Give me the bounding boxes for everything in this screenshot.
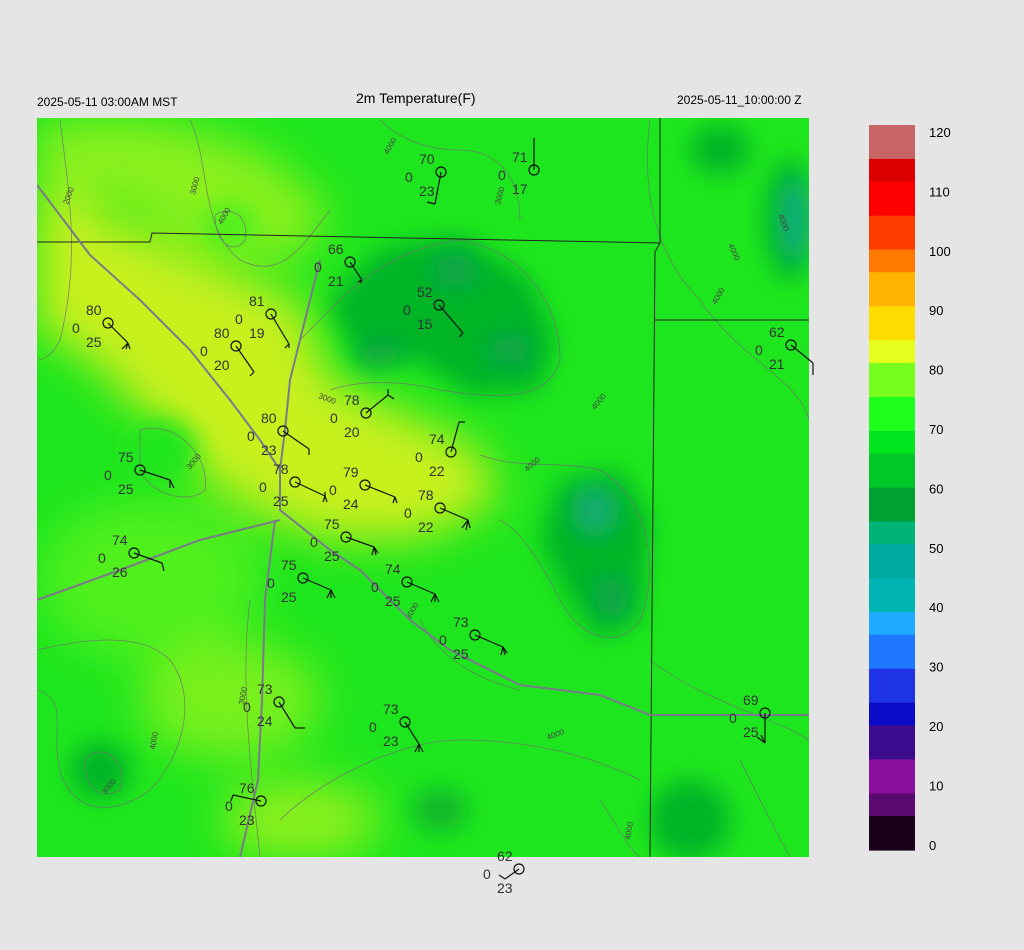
colorbar-scale bbox=[869, 125, 915, 851]
colorbar-strip bbox=[869, 748, 915, 760]
colorbar-tick-label: 80 bbox=[929, 363, 943, 378]
colorbar-strip bbox=[869, 759, 915, 772]
colorbar-strip bbox=[869, 306, 915, 319]
colorbar-tick-label: 110 bbox=[929, 184, 950, 199]
colorbar-strip bbox=[869, 612, 915, 625]
colorbar-strip bbox=[869, 215, 915, 228]
colorbar-tick-label: 50 bbox=[929, 541, 943, 556]
colorbar-strip bbox=[869, 487, 915, 500]
colorbar-strip bbox=[869, 136, 915, 149]
colorbar-strip bbox=[869, 736, 915, 749]
colorbar-strip bbox=[869, 170, 915, 183]
colorbar-strip bbox=[869, 464, 915, 477]
colorbar-strip bbox=[869, 634, 915, 647]
colorbar-strip bbox=[869, 793, 915, 806]
colorbar-strip bbox=[869, 623, 915, 636]
colorbar-strip bbox=[869, 827, 915, 840]
colorbar-tick-label: 10 bbox=[929, 778, 943, 793]
colorbar-strip bbox=[869, 158, 915, 171]
colorbar-strip bbox=[869, 816, 915, 828]
colorbar-strip bbox=[869, 702, 915, 715]
colorbar-strip bbox=[869, 419, 915, 432]
colorbar-strip bbox=[869, 680, 915, 693]
colorbar-strip bbox=[869, 181, 915, 194]
colorbar-strip bbox=[869, 804, 915, 817]
colorbar-strip bbox=[869, 498, 915, 511]
colorbar-strip bbox=[869, 351, 915, 364]
colorbar-tick-label: 0 bbox=[929, 838, 936, 853]
colorbar-strip bbox=[869, 725, 915, 738]
colorbar-tick-label: 40 bbox=[929, 600, 943, 615]
colorbar-strip bbox=[869, 249, 915, 262]
colorbar-strip bbox=[869, 589, 915, 602]
colorbar-strip bbox=[869, 782, 915, 794]
colorbar-strip bbox=[869, 544, 915, 557]
colorbar-strip bbox=[869, 521, 915, 534]
colorbar-strip bbox=[869, 125, 915, 137]
colorbar-strip bbox=[869, 192, 915, 205]
colorbar-strip bbox=[869, 566, 915, 579]
colorbar-strip bbox=[869, 476, 915, 489]
colorbar-strip bbox=[869, 362, 915, 375]
colorbar-strip bbox=[869, 691, 915, 704]
colorbar-tick-label: 60 bbox=[929, 481, 943, 496]
colorbar-strip bbox=[869, 578, 915, 591]
colorbar-strip bbox=[869, 294, 915, 307]
colorbar-tick-label: 100 bbox=[929, 244, 951, 259]
colorbar-strip bbox=[869, 385, 915, 398]
colorbar-strip bbox=[869, 838, 915, 851]
colorbar-strip bbox=[869, 147, 915, 160]
colorbar-strip bbox=[869, 714, 915, 726]
colorbar-tick-label: 70 bbox=[929, 422, 943, 437]
colorbar-strip bbox=[869, 204, 915, 217]
colorbar-strip bbox=[869, 408, 915, 421]
colorbar-strip bbox=[869, 374, 915, 387]
colorbar-tick-label: 30 bbox=[929, 660, 943, 675]
colorbar-strip bbox=[869, 532, 915, 545]
colorbar-strip bbox=[869, 340, 915, 353]
colorbar-strip bbox=[869, 510, 915, 523]
colorbar-strip bbox=[869, 646, 915, 659]
colorbar-strip bbox=[869, 657, 915, 670]
colorbar-strip bbox=[869, 238, 915, 251]
colorbar: 1201101009080706050403020100 bbox=[869, 125, 951, 853]
colorbar-tick-label: 20 bbox=[929, 719, 943, 734]
colorbar-strip bbox=[869, 555, 915, 568]
colorbar-strip bbox=[869, 283, 915, 296]
colorbar-tick-label: 120 bbox=[929, 125, 951, 140]
colorbar-strip bbox=[869, 453, 915, 466]
colorbar-strip bbox=[869, 396, 915, 409]
colorbar-strip bbox=[869, 770, 915, 783]
colorbar-strip bbox=[869, 260, 915, 273]
colorbar-strip bbox=[869, 442, 915, 455]
colorbar-tick-label: 90 bbox=[929, 303, 943, 318]
colorbar-strip bbox=[869, 272, 915, 285]
colorbar-strip bbox=[869, 430, 915, 443]
colorbar-strip bbox=[869, 600, 915, 613]
colorbar-strip bbox=[869, 317, 915, 330]
colorbar-strip bbox=[869, 226, 915, 239]
colorbar-strip bbox=[869, 328, 915, 341]
colorbar-strip bbox=[869, 668, 915, 681]
